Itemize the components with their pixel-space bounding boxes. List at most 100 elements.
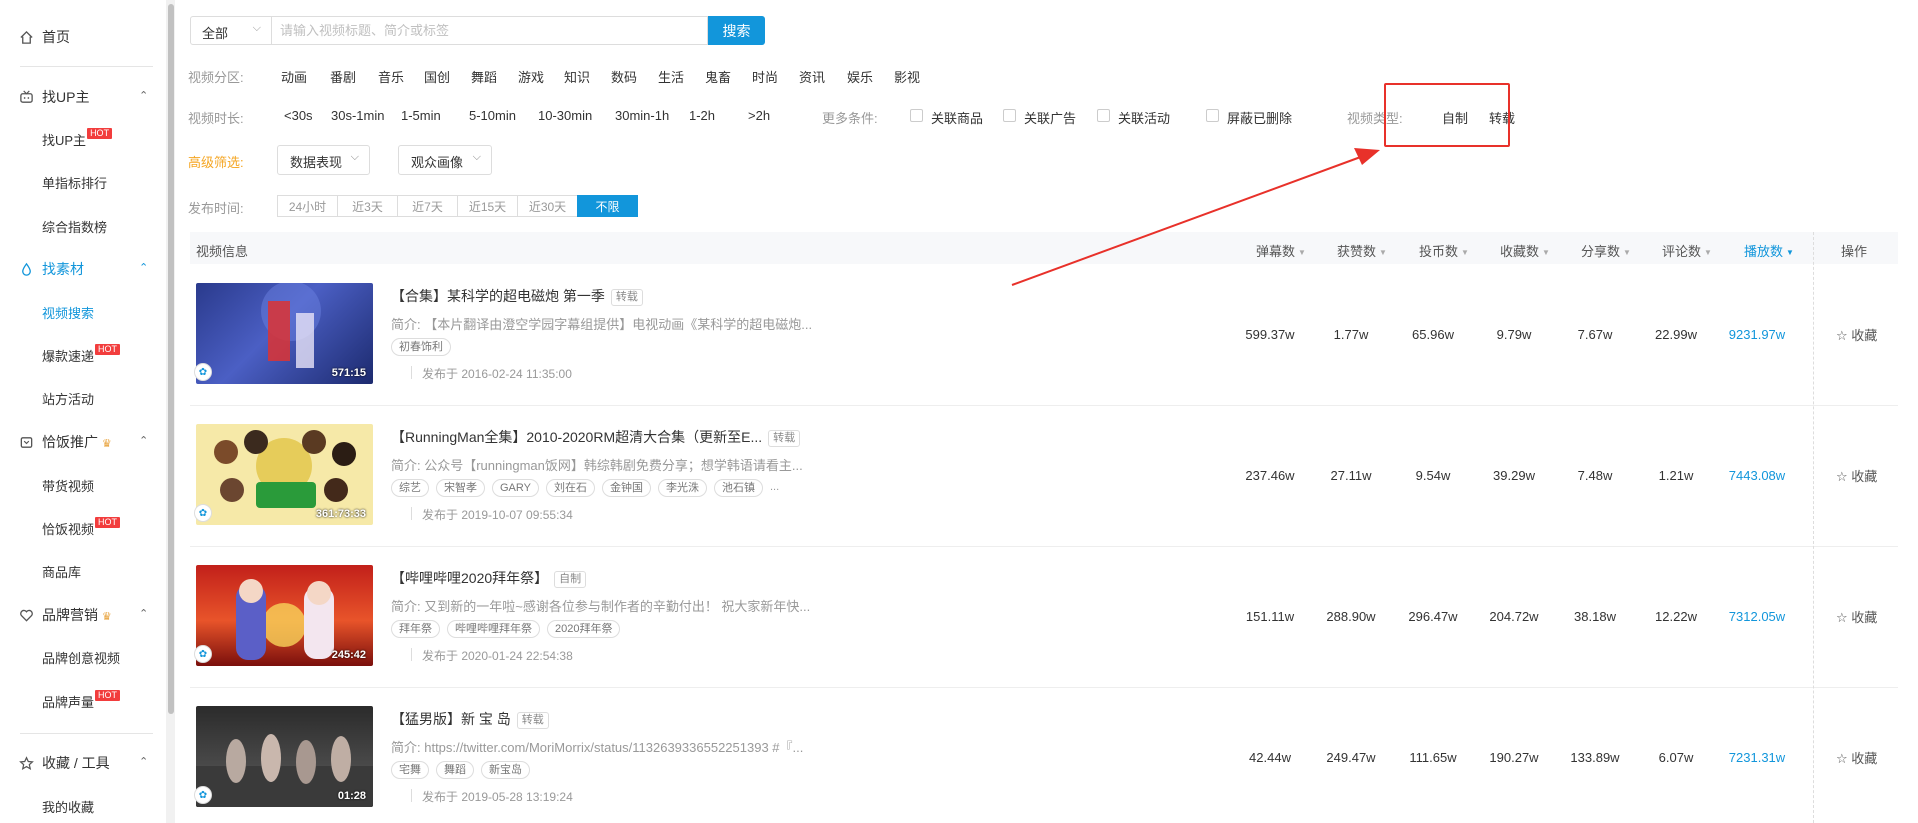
related-products-checkbox[interactable] bbox=[910, 109, 923, 122]
time-option-24h[interactable]: 24小时 bbox=[277, 195, 338, 217]
tag-chip[interactable]: 拜年祭 bbox=[391, 620, 440, 638]
hide-deleted-checkbox[interactable] bbox=[1206, 109, 1219, 122]
duration-option[interactable]: 1-5min bbox=[401, 108, 441, 123]
sidebar-item-promo-videos[interactable]: 恰饭视频 HOT bbox=[42, 517, 121, 538]
favorite-button[interactable]: ☆ 收藏 bbox=[1836, 325, 1877, 344]
category-option[interactable]: 影视 bbox=[894, 67, 920, 86]
video-title[interactable]: 【合集】某科学的超电磁炮 第一季 转载 bbox=[391, 286, 643, 306]
duration-option[interactable]: >2h bbox=[748, 108, 770, 123]
time-option-15d[interactable]: 近15天 bbox=[457, 195, 518, 217]
sidebar-item-product-library[interactable]: 商品库 bbox=[42, 562, 81, 581]
video-thumbnail[interactable]: 01:28 bbox=[196, 706, 373, 807]
search-button[interactable]: 搜索 bbox=[708, 16, 765, 45]
sidebar-item-selling-videos[interactable]: 带货视频 bbox=[42, 476, 94, 495]
tag-chip[interactable]: GARY bbox=[492, 479, 539, 497]
table-row[interactable]: 571:15 ✿ 【合集】某科学的超电磁炮 第一季 转载 简介: 【本片翻译由澄空… bbox=[190, 265, 1898, 406]
time-option-all[interactable]: 不限 bbox=[577, 195, 638, 217]
tag-chip[interactable]: 2020拜年祭 bbox=[547, 620, 621, 638]
related-events-checkbox[interactable] bbox=[1097, 109, 1110, 122]
search-input[interactable] bbox=[272, 16, 708, 45]
more-tags[interactable]: ... bbox=[770, 479, 779, 497]
sidebar-item-viral[interactable]: 爆款速递 HOT bbox=[42, 344, 121, 365]
video-title[interactable]: 【猛男版】新 宝 岛转载 bbox=[391, 709, 549, 729]
video-title[interactable]: 【RunningMan全集】2010-2020RM超清大合集（更新至E... 转载 bbox=[391, 427, 801, 447]
tag-chip[interactable]: 综艺 bbox=[391, 479, 429, 497]
tag-chip[interactable]: 金钟国 bbox=[601, 479, 651, 497]
category-option[interactable]: 生活 bbox=[658, 67, 684, 86]
category-option[interactable]: 资讯 bbox=[799, 67, 825, 86]
favorite-button[interactable]: ☆ 收藏 bbox=[1836, 748, 1877, 767]
related-ads-label[interactable]: 关联广告 bbox=[1024, 108, 1076, 127]
favorite-button[interactable]: ☆ 收藏 bbox=[1836, 607, 1877, 626]
tag-chip[interactable]: 新宝岛 bbox=[481, 761, 530, 779]
sidebar-group-brand[interactable]: 品牌营销 ♛ ⌄ bbox=[0, 600, 160, 630]
table-row[interactable]: 01:28 ✿ 【猛男版】新 宝 岛转载 简介: https://twitter… bbox=[190, 688, 1898, 823]
category-option[interactable]: 鬼畜 bbox=[705, 67, 731, 86]
category-option[interactable]: 数码 bbox=[611, 67, 637, 86]
header-danmaku[interactable]: 弹幕数 ▼ bbox=[1256, 241, 1306, 260]
time-option-7d[interactable]: 近7天 bbox=[397, 195, 458, 217]
related-products-label[interactable]: 关联商品 bbox=[931, 108, 983, 127]
tag-chip[interactable]: 舞蹈 bbox=[436, 761, 474, 779]
category-option[interactable]: 音乐 bbox=[378, 67, 404, 86]
sidebar-scrollbar-thumb[interactable] bbox=[168, 4, 174, 714]
tag-chip[interactable]: 宋智孝 bbox=[436, 479, 485, 497]
header-favorites[interactable]: 收藏数 ▼ bbox=[1500, 241, 1550, 260]
category-option[interactable]: 知识 bbox=[564, 67, 590, 86]
favorite-button[interactable]: ☆ 收藏 bbox=[1836, 466, 1877, 485]
sidebar-item-brand-volume[interactable]: 品牌声量 HOT bbox=[42, 690, 121, 711]
time-option-30d[interactable]: 近30天 bbox=[517, 195, 578, 217]
sidebar-group-find-up[interactable]: 找UP主 ⌄ bbox=[0, 82, 160, 112]
time-option-3d[interactable]: 近3天 bbox=[337, 195, 398, 217]
audience-profile-dropdown[interactable]: 观众画像 ⌵ bbox=[398, 145, 492, 175]
tag-chip[interactable]: 哔哩哔哩拜年祭 bbox=[447, 620, 540, 638]
header-likes[interactable]: 获赞数 ▼ bbox=[1337, 241, 1387, 260]
category-option[interactable]: 游戏 bbox=[518, 67, 544, 86]
category-option[interactable]: 国创 bbox=[424, 67, 450, 86]
tag-chip[interactable]: 刘在石 bbox=[545, 479, 595, 497]
duration-option[interactable]: <30s bbox=[284, 108, 313, 123]
sidebar-group-tools[interactable]: 收藏 / 工具 ⌄ bbox=[0, 748, 160, 778]
sidebar-item-events[interactable]: 站方活动 bbox=[42, 389, 94, 408]
sidebar-item-brand-creative[interactable]: 品牌创意视频 bbox=[42, 648, 120, 667]
video-thumbnail[interactable]: 361:73:33 bbox=[196, 424, 373, 525]
related-events-label[interactable]: 关联活动 bbox=[1118, 108, 1170, 127]
video-title[interactable]: 【哔哩哔哩2020拜年祭】 自制 bbox=[391, 568, 587, 588]
category-option[interactable]: 番剧 bbox=[330, 67, 356, 86]
sidebar-item-video-search[interactable]: 视频搜索 bbox=[42, 303, 94, 322]
dropdown-value: 数据表现 bbox=[290, 155, 343, 170]
video-thumbnail[interactable]: 571:15 bbox=[196, 283, 373, 384]
tag-chip[interactable]: 初春饰利 bbox=[391, 338, 451, 356]
tag-chip[interactable]: 李光洙 bbox=[657, 479, 707, 497]
header-comments[interactable]: 评论数 ▼ bbox=[1662, 241, 1712, 260]
search-scope-select[interactable]: 全部 ⌵ bbox=[190, 16, 272, 45]
header-shares[interactable]: 分享数 ▼ bbox=[1581, 241, 1631, 260]
hide-deleted-label[interactable]: 屏蔽已删除 bbox=[1227, 108, 1292, 127]
sidebar-item-my-favorites[interactable]: 我的收藏 bbox=[42, 797, 94, 816]
category-option[interactable]: 娱乐 bbox=[847, 67, 873, 86]
sidebar-group-find-material[interactable]: 找素材 ⌄ bbox=[0, 254, 160, 284]
data-performance-dropdown[interactable]: 数据表现 ⌵ bbox=[277, 145, 370, 175]
sidebar-item-single-rank[interactable]: 单指标排行 bbox=[42, 173, 107, 192]
duration-option[interactable]: 30min-1h bbox=[615, 108, 669, 123]
sidebar-group-promo[interactable]: 恰饭推广 ♛ ⌄ bbox=[0, 427, 160, 457]
category-option[interactable]: 时尚 bbox=[752, 67, 778, 86]
tag-chip[interactable]: 池石镇 bbox=[713, 479, 763, 497]
tag-chip[interactable]: 宅舞 bbox=[391, 761, 429, 779]
video-title-text: 【合集】某科学的超电磁炮 第一季 bbox=[391, 288, 605, 304]
duration-option[interactable]: 30s-1min bbox=[331, 108, 384, 123]
duration-option[interactable]: 5-10min bbox=[469, 108, 516, 123]
table-row[interactable]: 361:73:33 ✿ 【RunningMan全集】2010-2020RM超清大… bbox=[190, 406, 1898, 547]
video-thumbnail[interactable]: 245:42 bbox=[196, 565, 373, 666]
related-ads-checkbox[interactable] bbox=[1003, 109, 1016, 122]
sidebar-item-composite-rank[interactable]: 综合指数榜 bbox=[42, 217, 107, 236]
category-option[interactable]: 舞蹈 bbox=[471, 67, 497, 86]
header-plays[interactable]: 播放数 ▼ bbox=[1744, 241, 1794, 260]
category-option[interactable]: 动画 bbox=[281, 67, 307, 86]
sidebar-item-home[interactable]: 首页 bbox=[0, 22, 160, 52]
table-row[interactable]: 245:42 ✿ 【哔哩哔哩2020拜年祭】 自制 简介: 又到新的一年啦~感谢各… bbox=[190, 547, 1898, 688]
sidebar-item-find-up[interactable]: 找UP主 HOT bbox=[42, 128, 113, 149]
header-coins[interactable]: 投币数 ▼ bbox=[1419, 241, 1469, 260]
duration-option[interactable]: 1-2h bbox=[689, 108, 715, 123]
duration-option[interactable]: 10-30min bbox=[538, 108, 592, 123]
